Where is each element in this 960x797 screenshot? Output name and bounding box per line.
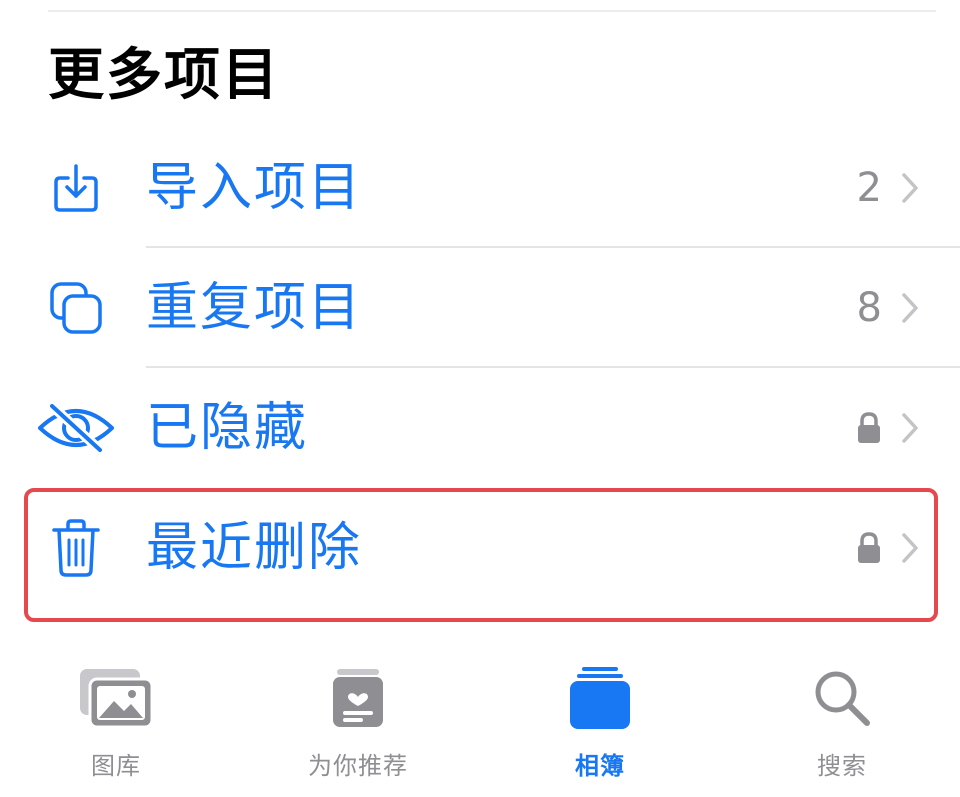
trash-icon xyxy=(36,518,116,578)
list-item-duplicates[interactable]: 重复项目 8 xyxy=(0,248,960,368)
more-items-list: 导入项目 2 重复项目 8 已隐藏 最近删除 xyxy=(0,128,960,608)
chevron-right-icon xyxy=(902,293,918,323)
tab-label: 相簿 xyxy=(575,752,625,780)
chevron-right-icon xyxy=(902,173,918,203)
tab-label: 搜索 xyxy=(817,752,867,780)
list-item-label: 最近删除 xyxy=(146,518,363,578)
lock-icon xyxy=(858,412,880,443)
list-item-import[interactable]: 导入项目 2 xyxy=(0,128,960,248)
lock-icon xyxy=(858,532,880,563)
search-icon xyxy=(802,658,882,738)
list-item-label: 已隐藏 xyxy=(146,398,309,458)
item-count: 8 xyxy=(856,285,882,331)
tab-library[interactable]: 图库 xyxy=(16,650,216,790)
tab-label: 为你推荐 xyxy=(308,752,408,780)
library-icon xyxy=(76,658,156,738)
list-item-hidden[interactable]: 已隐藏 xyxy=(0,368,960,488)
duplicate-icon xyxy=(36,278,116,338)
item-count: 2 xyxy=(856,165,882,211)
albums-icon xyxy=(560,658,640,738)
tab-for-you[interactable]: 为你推荐 xyxy=(258,650,458,790)
tab-label: 图库 xyxy=(91,752,141,780)
hidden-eye-icon xyxy=(36,398,116,458)
chevron-right-icon xyxy=(902,533,918,563)
tab-bar: 图库 为你推荐 相簿 搜索 xyxy=(0,650,960,797)
list-item-label: 导入项目 xyxy=(146,158,363,218)
top-divider xyxy=(48,10,936,12)
list-item-label: 重复项目 xyxy=(146,278,363,338)
import-icon xyxy=(36,158,116,218)
chevron-right-icon xyxy=(902,413,918,443)
tab-search[interactable]: 搜索 xyxy=(742,650,942,790)
section-title: 更多项目 xyxy=(48,43,280,108)
for-you-icon xyxy=(318,658,398,738)
tab-albums[interactable]: 相簿 xyxy=(500,650,700,790)
list-item-recently-deleted[interactable]: 最近删除 xyxy=(0,488,960,608)
